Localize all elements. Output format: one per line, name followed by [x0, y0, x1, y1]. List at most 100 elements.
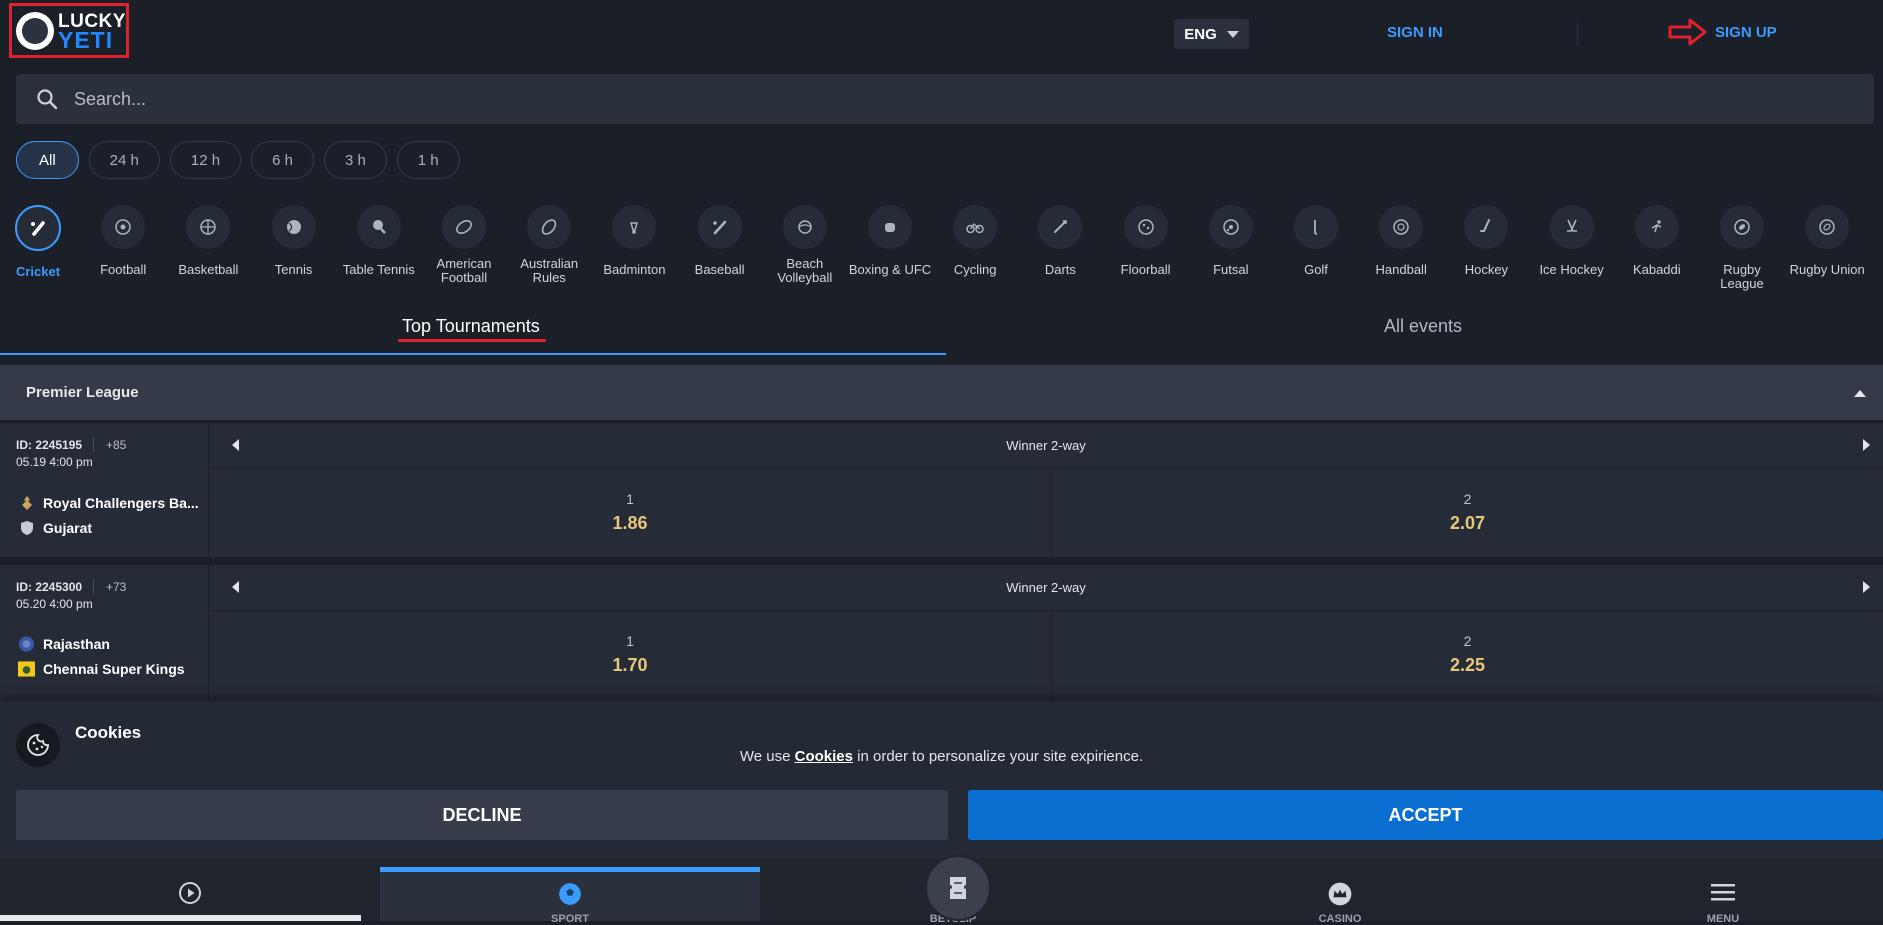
- sport-item-darts[interactable]: Darts: [1018, 205, 1102, 277]
- beach-volleyball-icon: [782, 205, 827, 249]
- cookie-banner: Cookies We use Cookies in order to perso…: [0, 701, 1883, 859]
- event-info[interactable]: ID: 2245300 +73 05.20 4:00 pm Rajasthan …: [0, 565, 209, 701]
- team-away: Chennai Super Kings: [18, 660, 185, 677]
- sport-item-rugby-union[interactable]: Rugby Union: [1785, 205, 1869, 277]
- filter-3h[interactable]: 3 h: [323, 141, 387, 179]
- betslip-button[interactable]: [925, 855, 991, 921]
- sport-label: Basketball: [178, 262, 239, 277]
- search-input[interactable]: [72, 87, 1776, 111]
- yeti-logo-icon: [16, 11, 54, 50]
- filter-24h[interactable]: 24 h: [88, 141, 160, 179]
- tab-all-events-label: All events: [1384, 316, 1463, 336]
- sport-item-australian-rules[interactable]: Australian Rules: [507, 205, 591, 285]
- sport-label: Kabaddi: [1632, 262, 1681, 277]
- odds-button[interactable]: 2 2.25: [1052, 611, 1883, 703]
- logo[interactable]: LUCKY YETI: [9, 3, 129, 58]
- sport-item-basketball[interactable]: Basketball: [166, 205, 250, 277]
- tab-top-tournaments-label: Top Tournaments: [402, 316, 540, 336]
- hockey-icon: [1464, 205, 1509, 249]
- arrow-right-icon[interactable]: [1863, 581, 1870, 593]
- filter-6h[interactable]: 6 h: [251, 141, 314, 179]
- league-name: Premier League: [26, 384, 139, 401]
- team-logo-icon: [18, 660, 35, 677]
- team-logo-icon: [18, 494, 35, 511]
- sport-item-beach-volleyball[interactable]: Beach Volleyball: [763, 205, 847, 285]
- sport-label: Rugby League: [1720, 262, 1764, 291]
- event-time: 05.20 4:00 pm: [16, 597, 93, 611]
- sport-item-baseball[interactable]: Baseball: [678, 205, 762, 277]
- sign-in-link[interactable]: SIGN IN: [1387, 24, 1443, 41]
- more-markets-count[interactable]: +73: [106, 580, 126, 594]
- sport-item-hockey[interactable]: Hockey: [1444, 205, 1528, 277]
- league-header[interactable]: Premier League: [0, 365, 1883, 420]
- cookie-title: Cookies: [75, 723, 142, 742]
- sport-label: Rugby Union: [1789, 262, 1865, 277]
- event-id: ID: 2245300: [16, 580, 83, 594]
- cookies-link[interactable]: Cookies: [795, 748, 853, 765]
- team-away-name: Chennai Super Kings: [43, 660, 185, 677]
- sport-item-tennis[interactable]: Tennis: [252, 205, 336, 277]
- team-away-name: Gujarat: [43, 519, 93, 536]
- sport-item-rugby-league[interactable]: Rugby League: [1700, 205, 1784, 291]
- sport-item-badminton[interactable]: Badminton: [592, 205, 676, 277]
- sport-item-cycling[interactable]: Cycling: [933, 205, 1017, 277]
- sport-label: American Football: [436, 256, 492, 285]
- sport-item-football[interactable]: Football: [81, 205, 165, 277]
- search-icon: [37, 89, 58, 110]
- darts-icon: [1038, 205, 1083, 249]
- sport-item-boxing-ufc[interactable]: Boxing & UFC: [848, 205, 932, 277]
- nav-live[interactable]: [0, 867, 380, 921]
- sport-item-golf[interactable]: Golf: [1274, 205, 1358, 277]
- tab-top-tournaments[interactable]: Top Tournaments: [0, 305, 946, 355]
- more-markets-count[interactable]: +85: [106, 438, 126, 452]
- sport-item-handball[interactable]: Handball: [1359, 205, 1443, 277]
- sport-item-ice-hockey[interactable]: Ice Hockey: [1530, 205, 1614, 277]
- baseball-icon: [697, 205, 742, 249]
- arrow-right-icon[interactable]: [1863, 439, 1870, 451]
- chevron-up-icon[interactable]: [1854, 390, 1866, 397]
- sport-item-american-football[interactable]: American Football: [422, 205, 506, 285]
- odds-key: 1: [626, 633, 634, 649]
- tennis-icon: [271, 205, 316, 249]
- filter-12h[interactable]: 12 h: [169, 141, 242, 179]
- odds-key: 1: [626, 491, 634, 507]
- odds-value: 1.70: [612, 655, 648, 675]
- shield-icon: [18, 519, 35, 536]
- nav-menu-label: MENU: [1706, 913, 1740, 925]
- odds-button[interactable]: 2 2.07: [1052, 469, 1883, 561]
- time-filters: All 24 h 12 h 6 h 3 h 1 h: [16, 141, 460, 179]
- odds-button[interactable]: 1 1.86: [209, 469, 1052, 561]
- sport-item-cricket[interactable]: Cricket: [0, 205, 80, 279]
- event-info[interactable]: ID: 2245195 +85 05.19 4:00 pm Royal Chal…: [0, 423, 209, 557]
- search-bar[interactable]: [16, 74, 1874, 124]
- tab-all-events[interactable]: All events: [946, 305, 1883, 355]
- rugby-league-icon: [1720, 205, 1764, 249]
- play-icon: [179, 882, 201, 904]
- language-selector[interactable]: ENG: [1174, 19, 1249, 49]
- golf-icon: [1294, 205, 1338, 249]
- filter-1h[interactable]: 1 h: [396, 141, 460, 179]
- nav-casino[interactable]: CASINO: [1150, 867, 1530, 925]
- rugby-union-icon: [1805, 205, 1850, 249]
- ticket-icon: [950, 877, 966, 899]
- filter-all[interactable]: All: [16, 141, 79, 179]
- decline-button[interactable]: DECLINE: [16, 790, 948, 840]
- hamburger-menu-icon: [1711, 884, 1735, 901]
- sport-item-floorball[interactable]: Floorball: [1104, 205, 1188, 277]
- american-football-icon: [442, 205, 486, 249]
- language-label: ENG: [1184, 25, 1217, 43]
- sport-label: Hockey: [1464, 262, 1509, 277]
- handball-icon: [1379, 205, 1424, 249]
- nav-sport[interactable]: SPORT: [380, 867, 760, 925]
- sport-item-kabaddi[interactable]: Kabaddi: [1615, 205, 1699, 277]
- football-icon: [559, 883, 581, 905]
- sport-label: Ice Hockey: [1539, 262, 1604, 277]
- odds-button[interactable]: 1 1.70: [209, 611, 1052, 703]
- sign-up-link[interactable]: SIGN UP: [1715, 24, 1777, 41]
- nav-menu[interactable]: MENU: [1533, 867, 1883, 925]
- team-home-name: Royal Challengers Ba...: [43, 494, 199, 511]
- scroll-indicator: [0, 915, 361, 921]
- accept-button[interactable]: ACCEPT: [968, 790, 1883, 840]
- sport-item-futsal[interactable]: Futsal: [1189, 205, 1273, 277]
- sport-item-table-tennis[interactable]: Table Tennis: [337, 205, 421, 277]
